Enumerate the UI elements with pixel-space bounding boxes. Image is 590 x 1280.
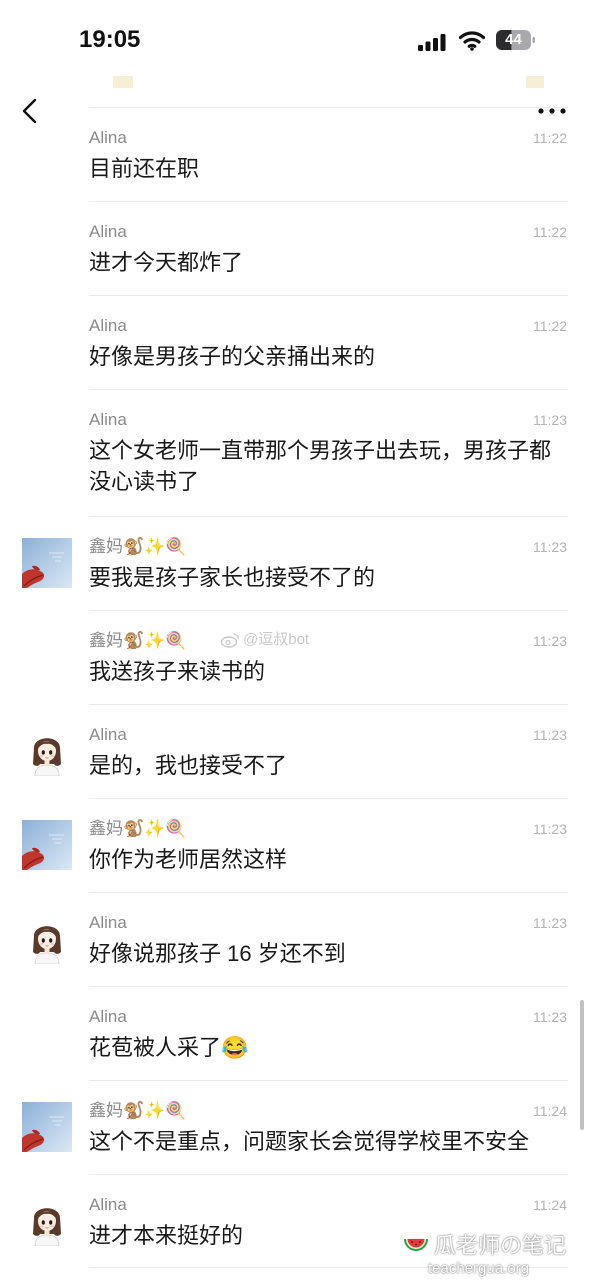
message-text: 这个女老师一直带那个男孩子出去玩，男孩子都没心读书了 [89, 438, 552, 494]
xinma-avatar[interactable] [22, 1102, 72, 1152]
status-time: 19:05 [79, 26, 141, 53]
wifi-icon [458, 31, 486, 51]
message-text: 我送孩子来读书的 [89, 659, 266, 684]
sender-name: 鑫妈🐒✨🍭 [89, 537, 187, 556]
sender-name: Alina [89, 410, 127, 429]
message-item: 鑫妈🐒✨🍭 11:23 要我是孩子家长也接受不了的 [89, 516, 568, 610]
message-item: 鑫妈🐒✨🍭 11:24 这个不是重点，问题家长会觉得学校里不安全 [89, 1080, 568, 1174]
sender-name: Alina [89, 913, 127, 932]
message-time: 11:23 [533, 727, 567, 743]
sender-name: Alina [89, 1195, 127, 1214]
message-item: Alina 11:23 花苞被人采了😂 [89, 986, 568, 1080]
message-time: 11:23 [533, 412, 567, 428]
sender-name: Alina [89, 128, 127, 147]
sender-name: Alina [89, 222, 127, 241]
scrollbar[interactable] [580, 1000, 584, 1130]
message-time: 11:23 [533, 821, 567, 837]
message-text: 进才今天都炸了 [89, 250, 244, 275]
message-time: 11:22 [533, 130, 567, 146]
message-time: 11:22 [533, 224, 567, 240]
weibo-logo-icon [220, 633, 240, 648]
weibo-watermark: @逗叔bot [220, 630, 309, 650]
message-item: Alina 11:23 是的，我也接受不了 [89, 704, 568, 798]
message-item: Alina 11:22 好像是男孩子的父亲捅出来的 [89, 295, 568, 389]
weibo-watermark-text: @逗叔bot [243, 631, 310, 648]
message-time: 11:23 [533, 915, 567, 931]
brand-watermark-text: 瓜老师の笔记 [434, 1233, 567, 1258]
sender-name: Alina [89, 725, 127, 744]
message-item: 鑫妈🐒✨🍭 11:23 你作为老师居然这样 [89, 798, 568, 892]
signal-icon [418, 34, 446, 51]
partial-previous-item [526, 76, 544, 88]
message-time: 11:24 [533, 1197, 567, 1213]
message-text: 目前还在职 [89, 156, 200, 181]
sender-name: Alina [89, 316, 127, 335]
message-text: 你作为老师居然这样 [89, 847, 288, 872]
sender-name: 鑫妈🐒✨🍭 [89, 819, 187, 838]
alina-avatar[interactable] [22, 726, 72, 776]
message-time: 11:23 [533, 539, 567, 555]
chat-record-list[interactable]: Alina 11:22 目前还在职 Alina 11:22 进才今天都炸了 Al… [0, 107, 590, 1268]
sender-name: Alina [89, 1007, 127, 1026]
message-text: 花苞被人采了😂 [89, 1035, 249, 1060]
message-item: Alina 11:23 这个女老师一直带那个男孩子出去玩，男孩子都没心读书了 [89, 389, 568, 516]
message-time: 11:24 [533, 1103, 567, 1119]
site-watermark-text: teachergua.org [428, 1260, 529, 1277]
message-item: Alina 11:23 好像说那孩子 16 岁还不到 [89, 892, 568, 986]
sender-name: 鑫妈🐒✨🍭 [89, 1101, 187, 1120]
alina-avatar[interactable] [22, 1196, 72, 1246]
message-text: 好像是男孩子的父亲捅出来的 [89, 344, 376, 369]
message-time: 11:23 [533, 1009, 567, 1025]
sender-name: 鑫妈🐒✨🍭 [89, 631, 187, 650]
message-time: 11:23 [533, 633, 567, 649]
message-item: Alina 11:22 进才今天都炸了 [89, 201, 568, 295]
xinma-avatar[interactable] [22, 538, 72, 588]
watermelon-icon [404, 1239, 428, 1251]
battery-icon: 44 [496, 29, 536, 51]
brand-watermark: 瓜老师の笔记 teachergua.org [402, 1232, 572, 1278]
message-time: 11:22 [533, 318, 567, 334]
message-item: Alina 11:22 目前还在职 [89, 107, 568, 201]
message-text: 好像说那孩子 16 岁还不到 [89, 941, 346, 966]
message-item: 鑫妈🐒✨🍭 11:23 我送孩子来读书的 [89, 610, 568, 704]
message-text: 要我是孩子家长也接受不了的 [89, 565, 376, 590]
partial-previous-item [113, 76, 133, 88]
message-text: 是的，我也接受不了 [89, 753, 288, 778]
battery-percentage: 44 [505, 31, 522, 48]
xinma-avatar[interactable] [22, 820, 72, 870]
alina-avatar[interactable] [22, 914, 72, 964]
message-text: 这个不是重点，问题家长会觉得学校里不安全 [89, 1129, 530, 1154]
